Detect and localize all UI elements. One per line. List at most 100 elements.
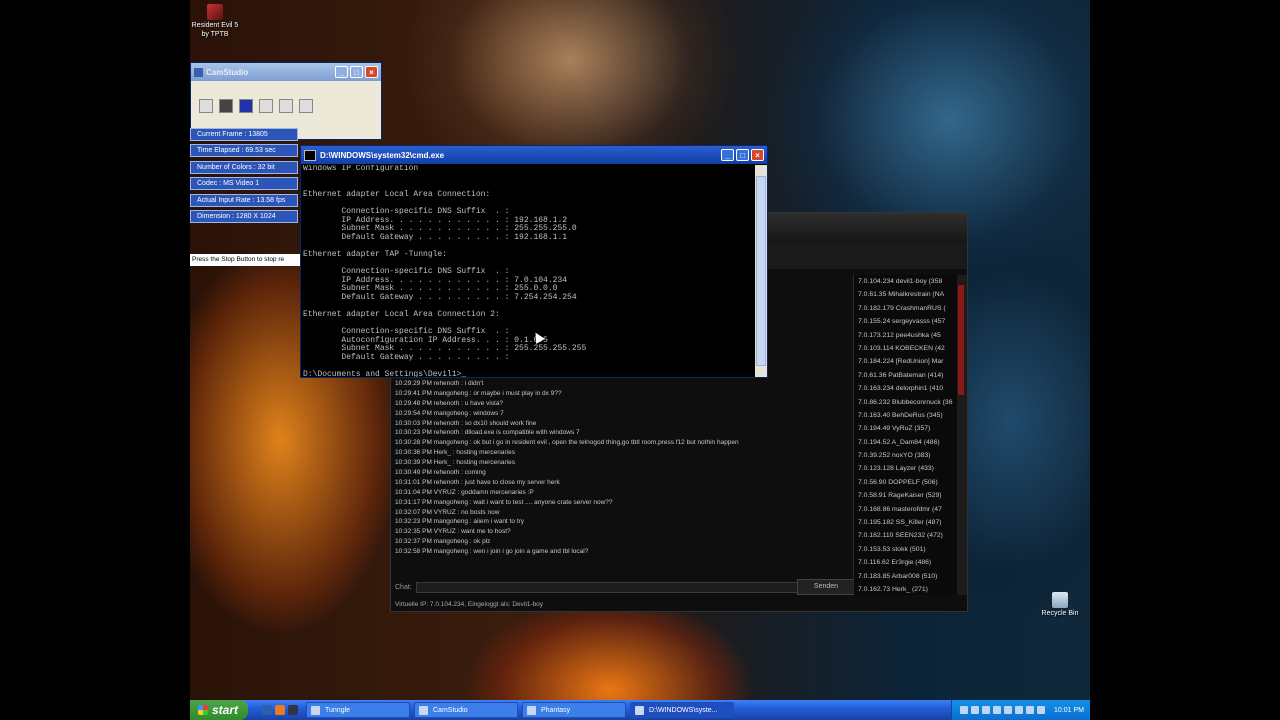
stat-field: Time Elapsed : 69.53 sec [190, 144, 298, 158]
window-icon [419, 706, 428, 715]
user-list[interactable]: 7.0.104.234 devil1-boy (358 7.0.61.35 Mih… [853, 275, 958, 595]
console-output[interactable]: Windows IP Configuration Ethernet adapter… [303, 165, 755, 377]
console-line: Ethernet adapter TAP -Tunngle: [303, 249, 448, 259]
user-list-item[interactable]: 7.0.61.36 PatBateman (414) [854, 369, 958, 382]
tray-icon[interactable] [1004, 706, 1013, 714]
user-list-item[interactable]: 7.0.153.53 stokk (501) [854, 543, 958, 556]
quick-launch [262, 705, 298, 715]
camstudio-toolbar [191, 93, 381, 119]
scrollbar-thumb[interactable] [756, 176, 766, 366]
console-line: Ethernet adapter Local Area Connection: [303, 189, 491, 199]
options-icon[interactable] [279, 99, 293, 113]
user-list-item[interactable]: 7.0.103.114 KOBECKEN (42 [854, 342, 958, 355]
task-buttons: Tunngle CamStudio Phantasy D:\WINDOWS\syste… [306, 702, 738, 718]
camstudio-titlebar[interactable]: CamStudio _ □ × [191, 63, 381, 81]
desktop-icon-recycle-bin[interactable]: Recycle Bin [1036, 592, 1084, 618]
firefox-icon[interactable] [275, 705, 285, 715]
user-list-item[interactable]: 7.0.86.232 Blubbeconrnuck (36 [854, 396, 958, 409]
start-label: start [212, 703, 239, 717]
taskbar-button[interactable]: CamStudio [414, 702, 518, 718]
chat-message: 10:30:03 PM rehenoth : so dx10 should wo… [395, 419, 537, 427]
start-button[interactable]: start [190, 700, 248, 720]
user-list-item[interactable]: 7.0.104.234 devil1-boy (358 [854, 275, 958, 288]
console-line: Default Gateway . . . . . . . . . : [303, 353, 510, 363]
user-list-item[interactable]: 7.0.123.128 Layzer (433) [854, 462, 958, 475]
tray-icon[interactable] [960, 706, 969, 714]
user-list-item[interactable]: 7.0.61.35 Mihalkrestrain (NA [854, 288, 958, 301]
annotation-icon[interactable] [299, 99, 313, 113]
user-list-item[interactable]: 7.0.58.91 RageKaiser (529) [854, 489, 958, 502]
tray-icon[interactable] [993, 706, 1002, 714]
send-button[interactable]: Senden [797, 579, 855, 595]
region-icon[interactable] [259, 99, 273, 113]
tray-icon[interactable] [1015, 706, 1024, 714]
taskbar-button[interactable]: Tunngle [306, 702, 410, 718]
user-list-scrollbar[interactable] [957, 275, 967, 595]
user-list-item[interactable]: 7.0.173.212 pee4ushka (45 [854, 329, 958, 342]
desktop-icon-label: Resident Evil 5 by TPTB [191, 22, 239, 38]
maximize-button[interactable]: □ [736, 149, 749, 161]
minimize-button[interactable]: _ [335, 66, 348, 78]
stat-field: Number of Colors : 32 bit [190, 160, 298, 174]
chat-message: 10:31:17 PM mangoheng : wait i want to t… [395, 498, 613, 506]
media-icon[interactable] [288, 705, 298, 715]
stat-field: Current Frame : 13805 [190, 128, 298, 141]
user-list-item[interactable]: 7.0.163.234 delorphin1 (410 [854, 382, 958, 395]
system-tray: 10:01 PM [951, 700, 1090, 720]
user-list-item[interactable]: 7.0.162.73 Herk_ (271) [854, 583, 958, 596]
tray-icon[interactable] [1037, 706, 1046, 714]
console-line: Default Gateway . . . . . . . . . : 7.25… [303, 292, 577, 302]
user-list-item[interactable]: 7.0.116.62 Er3rgie (486) [854, 556, 958, 569]
user-list-item[interactable]: 7.0.39.252 noxYO (383) [854, 449, 958, 462]
camstudio-title: CamStudio [206, 67, 249, 77]
minimize-button[interactable]: _ [721, 149, 734, 161]
user-list-item[interactable]: 7.0.56.90 DOPPELF (506) [854, 476, 958, 489]
taskbar: start Tunngle CamStudio Phantasy D:\WINDOWS… [190, 700, 1090, 720]
chat-message: 10:31:04 PM VYRUZ : goddamn mercenaries … [395, 488, 534, 496]
chat-message: 10:32:37 PM mangoheng : ok plz [395, 538, 491, 546]
user-list-item[interactable]: 7.0.168.86 masterofdmr (47 [854, 503, 958, 516]
close-button[interactable]: × [365, 66, 378, 78]
taskbar-button-label: D:\WINDOWS\syste... [649, 707, 718, 714]
taskbar-button[interactable]: D:\WINDOWS\syste... [630, 702, 734, 718]
cmd-scrollbar[interactable] [755, 165, 767, 377]
user-list-item[interactable]: 7.0.195.182 SS_Killer (487) [854, 516, 958, 529]
chat-message: 10:30:28 PM mangoheng : ok but i go in r… [395, 439, 739, 447]
status-line: Virtuelle IP: 7.0.104.234, Eingeloggt al… [395, 601, 544, 608]
user-list-item[interactable]: 7.0.182.179 CrashmanRUS ( [854, 302, 958, 315]
scrollbar-thumb[interactable] [958, 285, 964, 395]
record-icon[interactable] [199, 99, 213, 113]
stop-icon[interactable] [239, 99, 253, 113]
console-line: D:\Documents and Settings\Devil1>_ [303, 370, 467, 377]
tray-icon[interactable] [971, 706, 980, 714]
desktop-icon-resident-evil[interactable]: Resident Evil 5 by TPTB [190, 4, 240, 39]
app-icon [194, 67, 203, 77]
show-desktop-icon[interactable] [262, 705, 272, 715]
desktop-icon-label: Recycle Bin [1041, 610, 1079, 617]
chat-message: 10:29:54 PM mangoheng : windows 7 [395, 409, 504, 417]
chat-log: 10:29:29 PM rehenoth : i didn't 10:29:41 … [395, 379, 851, 565]
close-button[interactable]: × [751, 149, 764, 161]
stat-field: Actual Input Rate : 13.58 fps [190, 193, 298, 207]
console-line: Default Gateway . . . . . . . . . : 192.… [303, 232, 568, 242]
window-icon [635, 706, 644, 715]
stat-field: Codec : MS Video 1 [190, 177, 298, 191]
taskbar-button-label: Phantasy [541, 707, 571, 714]
user-list-item[interactable]: 7.0.194.52 A_Dam84 (486) [854, 436, 958, 449]
user-list-item[interactable]: 7.0.155.24 sergeyvasss (457 [854, 315, 958, 328]
user-list-item[interactable]: 7.0.163.40 BehDeRus (345) [854, 409, 958, 422]
taskbar-button-label: CamStudio [433, 707, 468, 714]
maximize-button[interactable]: □ [350, 66, 363, 78]
user-list-item[interactable]: 7.0.194.49 VyRuZ (357) [854, 422, 958, 435]
user-list-item[interactable]: 7.0.182.110 SEEN232 (472) [854, 529, 958, 542]
tray-icon[interactable] [982, 706, 991, 714]
tray-icon[interactable] [1026, 706, 1035, 714]
chat-input[interactable] [415, 581, 851, 593]
taskbar-button[interactable]: Phantasy [522, 702, 626, 718]
chat-message: 10:32:23 PM mangoheng : aiiem i want to … [395, 518, 524, 526]
user-list-item[interactable]: 7.0.183.85 Arbar008 (510) [854, 570, 958, 583]
user-list-item[interactable]: 7.0.184.224 [RedUnion] Mar [854, 355, 958, 368]
pause-icon[interactable] [219, 99, 233, 113]
console-line: Windows IP Configuration [303, 165, 419, 173]
cmd-titlebar[interactable]: D:\WINDOWS\system32\cmd.exe _ □ × [301, 146, 767, 164]
